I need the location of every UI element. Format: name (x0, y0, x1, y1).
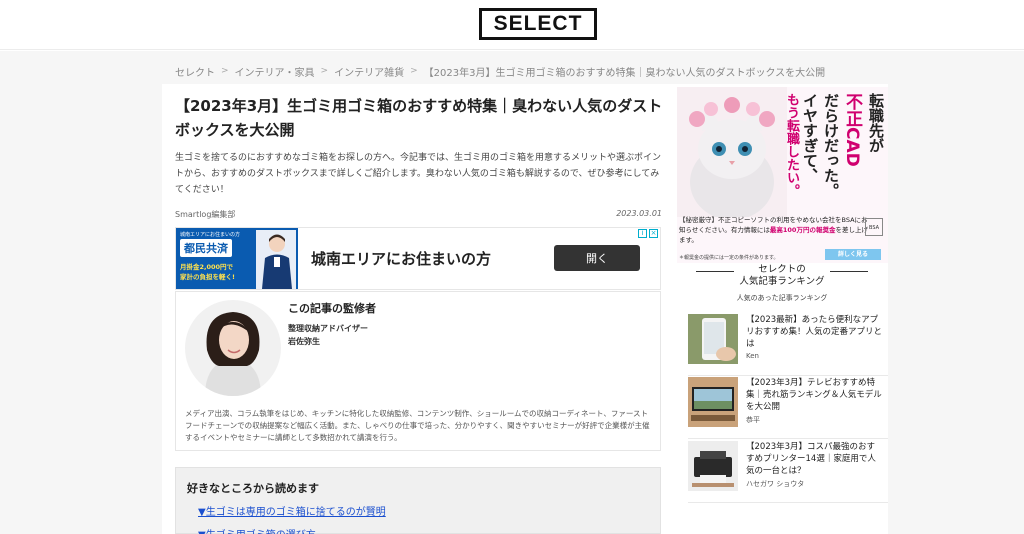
ranking-title-line1: セレクトの (758, 264, 806, 275)
ad-promo-line1: 月掛金2,000円で (180, 263, 234, 271)
ranking-thumbnail (688, 314, 738, 364)
supervisor-box: この記事の監修者 整理収納アドバイザー 岩佐弥生 メディア出演、コラム執筆をはじ… (175, 291, 661, 451)
side-ad-footer: 【秘密厳守】不正コピーソフトの利用をやめない会社をBSAにお知らせください。有力… (679, 215, 869, 245)
ranking-item[interactable]: 【2023年3月】テレビおすすめ特集｜売れ筋ランキング＆人気モデルを大公開 恭平 (688, 377, 888, 439)
ad-open-button[interactable]: 開く (554, 245, 640, 271)
ranking-item-author: Ken (746, 352, 759, 360)
side-ad-text-2: 不正CAD (842, 93, 862, 167)
sidebar-ad[interactable]: 転職先が 不正CAD だらけだった。 イヤすぎて、 もう転職したい。 【秘密厳守… (677, 87, 888, 263)
side-ad-text-1: 転職先が (867, 93, 885, 153)
side-ad-detail-button[interactable]: 詳しく見る (825, 249, 881, 260)
article-title: 【2023年3月】生ゴミ用ゴミ箱のおすすめ特集｜臭わない人気のダストボックスを大… (175, 97, 663, 139)
ranking-thumbnail (688, 377, 738, 427)
ad-brand-logo: 都民共済 (180, 239, 232, 257)
ranking-item-title[interactable]: 【2023年3月】テレビおすすめ特集｜売れ筋ランキング＆人気モデルを大公開 (746, 377, 882, 413)
breadcrumb-item-category[interactable]: インテリア・家具 (235, 64, 315, 79)
side-ad-text-4: イヤすぎて、 (801, 93, 819, 183)
ranking-item-author: ハセガワ ショウタ (746, 480, 805, 488)
side-ad-text-3: だらけだった。 (822, 93, 840, 198)
side-ad-note: ＊報奨金の提供には一定の条件があります。 (679, 255, 779, 261)
toc-link[interactable]: ▼生ゴミは専用のゴミ箱に捨てるのが賢明 (198, 503, 386, 518)
article-main: 【2023年3月】生ゴミ用ゴミ箱のおすすめ特集｜臭わない人気のダストボックスを大… (162, 84, 676, 534)
chevron-right-icon: > (320, 66, 329, 76)
article-lead: 生ゴミを捨てるのにおすすめなゴミ箱をお探しの方へ。今記事では、生ゴミ用のゴミ箱を… (175, 153, 662, 195)
breadcrumb: セレクト > インテリア・家具 > インテリア雑貨 > 【2023年3月】生ゴミ… (175, 63, 895, 79)
article-date: 2023.03.01 (616, 209, 662, 218)
supervisor-description: メディア出演、コラム執筆をはじめ、キッチンに特化した収納監修、コンテンツ制作、シ… (185, 409, 650, 442)
side-ad-footer-highlight: 最高100万円の報奨金 (769, 226, 836, 234)
breadcrumb-item-current: 【2023年3月】生ゴミ用ゴミ箱のおすすめ特集｜臭わない人気のダストボックスを大… (423, 67, 826, 79)
breadcrumb-item-home[interactable]: セレクト (175, 64, 215, 79)
supervisor-name: 岩佐弥生 (288, 337, 320, 346)
ranking-item[interactable]: 【2023年3月】コスパ最強のおすすめプリンター14選｜家庭用で人気の一台とは？… (688, 441, 888, 503)
ranking-item-author: 恭平 (746, 416, 760, 424)
ad-banner[interactable]: 城南エリアにお住まいの方 都民共済 月掛金2,000円で 家計の負担を軽く! 城… (175, 227, 661, 290)
supervisor-role: 整理収納アドバイザー (288, 324, 368, 333)
toc-heading: 好きなところから読めます (187, 482, 319, 495)
sidebar: 転職先が 不正CAD だらけだった。 イヤすぎて、 もう転職したい。 【秘密厳守… (676, 84, 888, 534)
ranking-item-title[interactable]: 【2023最新】あったら便利なアプリおすすめ集！人気の定番アプリとは (746, 314, 882, 350)
side-ad-text-5: もう転職したい。 (784, 93, 799, 197)
ad-promo-line2: 家計の負担を軽く! (180, 273, 235, 281)
ranking-item[interactable]: 【2023最新】あったら便利なアプリおすすめ集！人気の定番アプリとは Ken (688, 314, 888, 376)
ad-person-image (256, 230, 296, 289)
cat-ad-image (677, 87, 787, 217)
ad-choices[interactable]: i × (638, 229, 658, 238)
article-author[interactable]: Smartlog編集部 (175, 209, 235, 220)
supervisor-heading: この記事の監修者 (288, 302, 376, 315)
close-icon[interactable]: × (649, 229, 658, 238)
breadcrumb-item-subcategory[interactable]: インテリア雑貨 (334, 64, 404, 79)
ranking-title: セレクトの 人気記事ランキング (676, 264, 888, 288)
toc-link[interactable]: ▼生ゴミ用ゴミ箱の選び方 (198, 526, 316, 534)
ad-promo-text: 月掛金2,000円で 家計の負担を軽く! (180, 262, 235, 282)
site-header: SELECT (0, 0, 1024, 50)
ranking-title-line2: 人気記事ランキング (739, 276, 825, 287)
chevron-right-icon: > (221, 66, 229, 76)
supervisor-avatar (185, 300, 281, 396)
ad-small-text: 城南エリアにお住まいの方 (180, 232, 241, 238)
ad-info-icon[interactable]: i (638, 229, 647, 238)
site-logo[interactable]: SELECT (479, 8, 597, 40)
table-of-contents: 好きなところから読めます ▼生ゴミは専用のゴミ箱に捨てるのが賢明 ▼生ゴミ用ゴミ… (175, 467, 661, 534)
ranking-item-title[interactable]: 【2023年3月】コスパ最強のおすすめプリンター14選｜家庭用で人気の一台とは？ (746, 441, 882, 477)
bsa-logo: BSA (865, 218, 883, 236)
chevron-right-icon: > (410, 66, 418, 76)
ranking-subtitle: 人気のあった記事ランキング (736, 294, 828, 302)
ranking-thumbnail (688, 441, 738, 491)
ad-headline: 城南エリアにお住まいの方 (311, 250, 492, 268)
